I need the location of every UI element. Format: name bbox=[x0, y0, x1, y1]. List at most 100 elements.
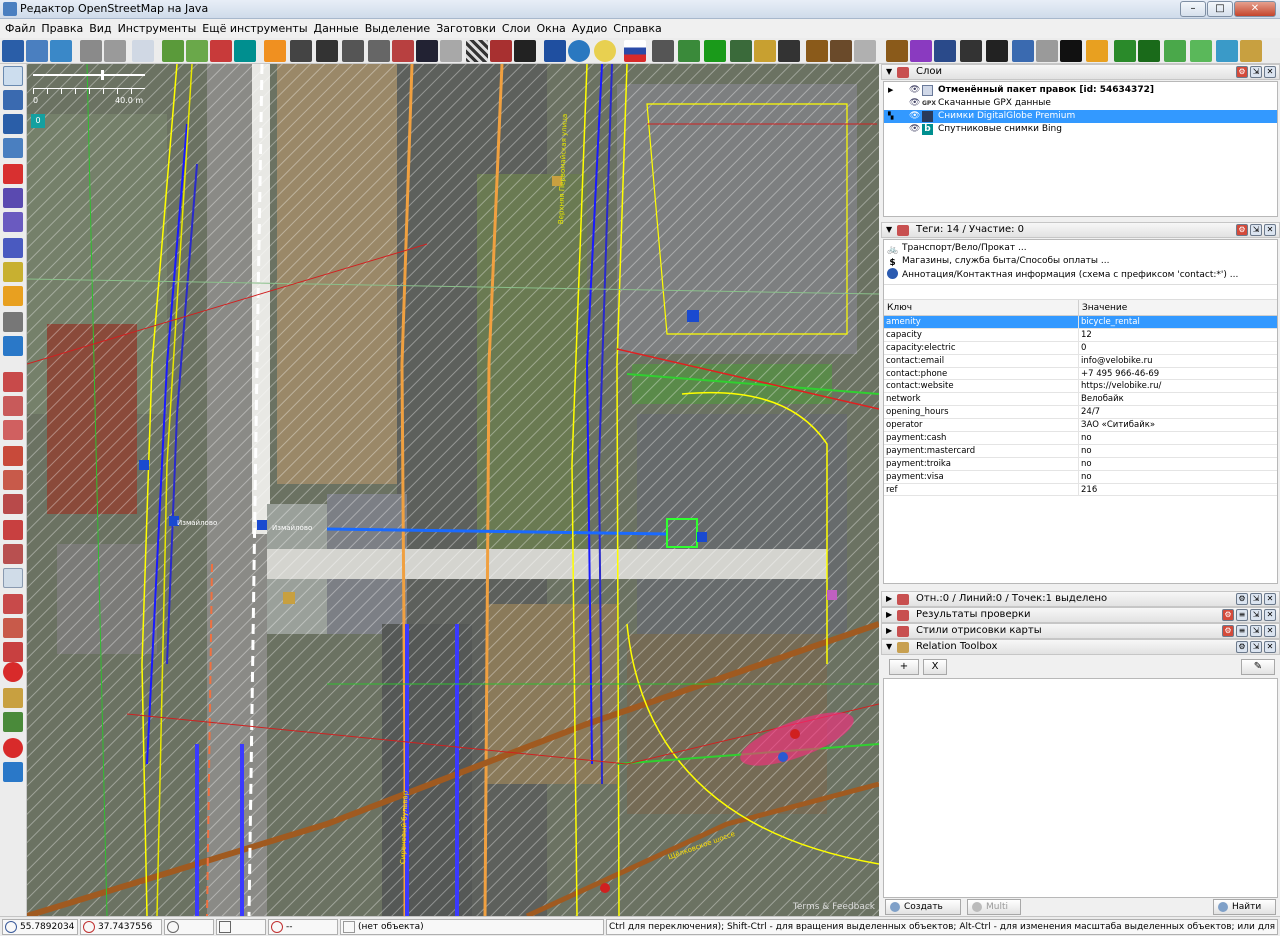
location-pin-icon[interactable] bbox=[3, 662, 23, 682]
edit-relation-button[interactable]: ✎ bbox=[1241, 659, 1275, 675]
map-attribution[interactable]: Terms & Feedback bbox=[793, 902, 875, 912]
phone-icon[interactable] bbox=[778, 40, 800, 62]
tags-filter[interactable] bbox=[884, 284, 1277, 300]
person-icon[interactable] bbox=[1060, 40, 1082, 62]
clock-icon[interactable] bbox=[594, 40, 616, 62]
crossing-icon[interactable] bbox=[368, 40, 390, 62]
toggle-selection-icon[interactable] bbox=[3, 420, 23, 440]
tags-panel-header[interactable]: ▼ Теги: 14 / Участие: 0 ⚙ ⇲ ✕ bbox=[881, 222, 1280, 238]
pencil-icon[interactable] bbox=[3, 286, 23, 306]
russian-flag-icon[interactable] bbox=[624, 40, 646, 62]
tree-icon[interactable] bbox=[1114, 40, 1136, 62]
clothes-icon[interactable] bbox=[934, 40, 956, 62]
toggle-styles-icon[interactable] bbox=[3, 642, 23, 662]
menu-help[interactable]: Справка bbox=[610, 19, 664, 38]
panel-config-icon[interactable]: ⚙ bbox=[1236, 593, 1248, 605]
close-button[interactable]: ✕ bbox=[1234, 1, 1276, 17]
expand-arrow-icon[interactable]: ▶ bbox=[886, 624, 892, 638]
layers-panel-header[interactable]: ▼ Слои ⚙ ⇲ ✕ bbox=[881, 64, 1280, 80]
create-relation-button[interactable]: Создать bbox=[885, 899, 961, 915]
layer-row[interactable]: ▶ 👁 Отменённый пакет правок [id: 5463437… bbox=[884, 84, 1277, 97]
table-row[interactable]: capacity:electric 0 bbox=[884, 341, 1277, 355]
theatre-icon[interactable] bbox=[652, 40, 674, 62]
eye-icon[interactable]: 👁 bbox=[909, 123, 920, 136]
delete-mode-icon[interactable] bbox=[3, 164, 23, 184]
restaurant-icon[interactable] bbox=[886, 40, 908, 62]
panel-close-icon[interactable]: ✕ bbox=[1264, 625, 1276, 637]
road-icon[interactable] bbox=[290, 40, 312, 62]
layer-row[interactable]: 👁 b Спутниковые снимки Bing bbox=[884, 123, 1277, 136]
expand-more-icon[interactable] bbox=[3, 336, 23, 356]
panel-close-icon[interactable]: ✕ bbox=[1264, 593, 1276, 605]
toggle-notes-icon[interactable] bbox=[3, 618, 23, 638]
key-column-header[interactable]: Ключ bbox=[884, 300, 1079, 315]
validation-panel-header[interactable]: ▶ Результаты проверки ⚙ ≡ ⇲ ✕ bbox=[881, 607, 1280, 623]
meadow-icon[interactable] bbox=[1190, 40, 1212, 62]
menu-more-tools[interactable]: Ещё инструменты bbox=[199, 19, 310, 38]
wms-icon[interactable] bbox=[186, 40, 208, 62]
water-icon[interactable] bbox=[1216, 40, 1238, 62]
panel-detach-icon[interactable]: ⇲ bbox=[1250, 609, 1262, 621]
toggle-history-icon[interactable] bbox=[3, 494, 23, 514]
menu-tools[interactable]: Инструменты bbox=[115, 19, 200, 38]
draw-mode-icon[interactable] bbox=[3, 114, 23, 134]
panel-detach-icon[interactable]: ⇲ bbox=[1250, 593, 1262, 605]
dollar-icon[interactable] bbox=[986, 40, 1008, 62]
menu-edit[interactable]: Правка bbox=[38, 19, 86, 38]
farmland-icon[interactable] bbox=[1240, 40, 1262, 62]
table-row[interactable]: amenity bicycle_rental bbox=[884, 316, 1277, 329]
flowers-icon[interactable] bbox=[754, 40, 776, 62]
add-relation-button[interactable]: + bbox=[889, 659, 919, 675]
preset-link[interactable]: Аннотация/Контактная информация (схема с… bbox=[887, 268, 1238, 281]
wall-icon[interactable] bbox=[490, 40, 512, 62]
home-icon[interactable] bbox=[854, 40, 876, 62]
info-icon[interactable] bbox=[544, 40, 566, 62]
menu-layers[interactable]: Слои bbox=[499, 19, 534, 38]
toggle-warnings-icon[interactable] bbox=[3, 544, 23, 564]
open-file-icon[interactable] bbox=[2, 40, 24, 62]
factory-icon[interactable] bbox=[830, 40, 852, 62]
table-row[interactable]: payment:troika no bbox=[884, 457, 1277, 471]
layer-row[interactable]: 👁 GPX Скачанные GPX данные bbox=[884, 97, 1277, 110]
eye-icon[interactable]: 👁 bbox=[909, 97, 920, 110]
panel-settings-icon[interactable]: ≡ bbox=[1236, 625, 1248, 637]
zoom-mode-icon[interactable] bbox=[3, 138, 23, 158]
panel-detach-icon[interactable]: ⇲ bbox=[1250, 224, 1262, 236]
lasso-mode-icon[interactable] bbox=[3, 90, 23, 110]
table-row[interactable]: payment:cash no bbox=[884, 432, 1277, 445]
bridge-icon[interactable] bbox=[416, 40, 438, 62]
panel-close-icon[interactable]: ✕ bbox=[1264, 641, 1276, 653]
path-icon[interactable] bbox=[342, 40, 364, 62]
toggle-properties-icon[interactable] bbox=[3, 396, 23, 416]
forest-icon[interactable] bbox=[1138, 40, 1160, 62]
tms-icon[interactable] bbox=[210, 40, 232, 62]
toggle-layers-icon[interactable] bbox=[3, 372, 23, 392]
remove-relation-button[interactable]: X bbox=[923, 659, 947, 675]
panel-detach-icon[interactable]: ⇲ bbox=[1250, 641, 1262, 653]
preset-link[interactable]: 🚲 Транспорт/Вело/Прокат ... bbox=[887, 242, 1027, 255]
panel-close-icon[interactable]: ✕ bbox=[1264, 224, 1276, 236]
toilets-icon[interactable] bbox=[1012, 40, 1034, 62]
table-row[interactable]: opening_hours 24/7 bbox=[884, 406, 1277, 420]
table-row[interactable]: contact:website https://velobike.ru/ bbox=[884, 380, 1277, 394]
selection-panel-header[interactable]: ▶ Отн.:0 / Линий:0 / Точек:1 выделено ⚙ … bbox=[881, 591, 1280, 607]
imagery-adjust-icon[interactable] bbox=[162, 40, 184, 62]
download-icon[interactable] bbox=[26, 40, 48, 62]
menu-audio[interactable]: Аудио bbox=[569, 19, 611, 38]
panel-detach-icon[interactable]: ⇲ bbox=[1250, 66, 1262, 78]
collapse-arrow-icon[interactable]: ▼ bbox=[886, 640, 892, 654]
eye-icon[interactable]: 👁 bbox=[909, 84, 920, 97]
shelter-icon[interactable] bbox=[730, 40, 752, 62]
panel-config-icon[interactable]: ⚙ bbox=[1236, 224, 1248, 236]
table-row[interactable]: network Велобайк bbox=[884, 393, 1277, 407]
toggle-filter-icon[interactable] bbox=[3, 594, 23, 614]
paperclip-icon[interactable] bbox=[1036, 40, 1058, 62]
panel-config-icon[interactable]: ⚙ bbox=[1236, 66, 1248, 78]
expand-arrow-icon[interactable]: ▶ bbox=[886, 608, 892, 622]
panel-close-icon[interactable]: ✕ bbox=[1264, 66, 1276, 78]
upload-icon[interactable] bbox=[50, 40, 72, 62]
preferences-icon[interactable] bbox=[132, 40, 154, 62]
map-paint-icon[interactable] bbox=[3, 688, 23, 708]
building-tool-icon[interactable] bbox=[3, 312, 23, 332]
picture-icon[interactable] bbox=[678, 40, 700, 62]
